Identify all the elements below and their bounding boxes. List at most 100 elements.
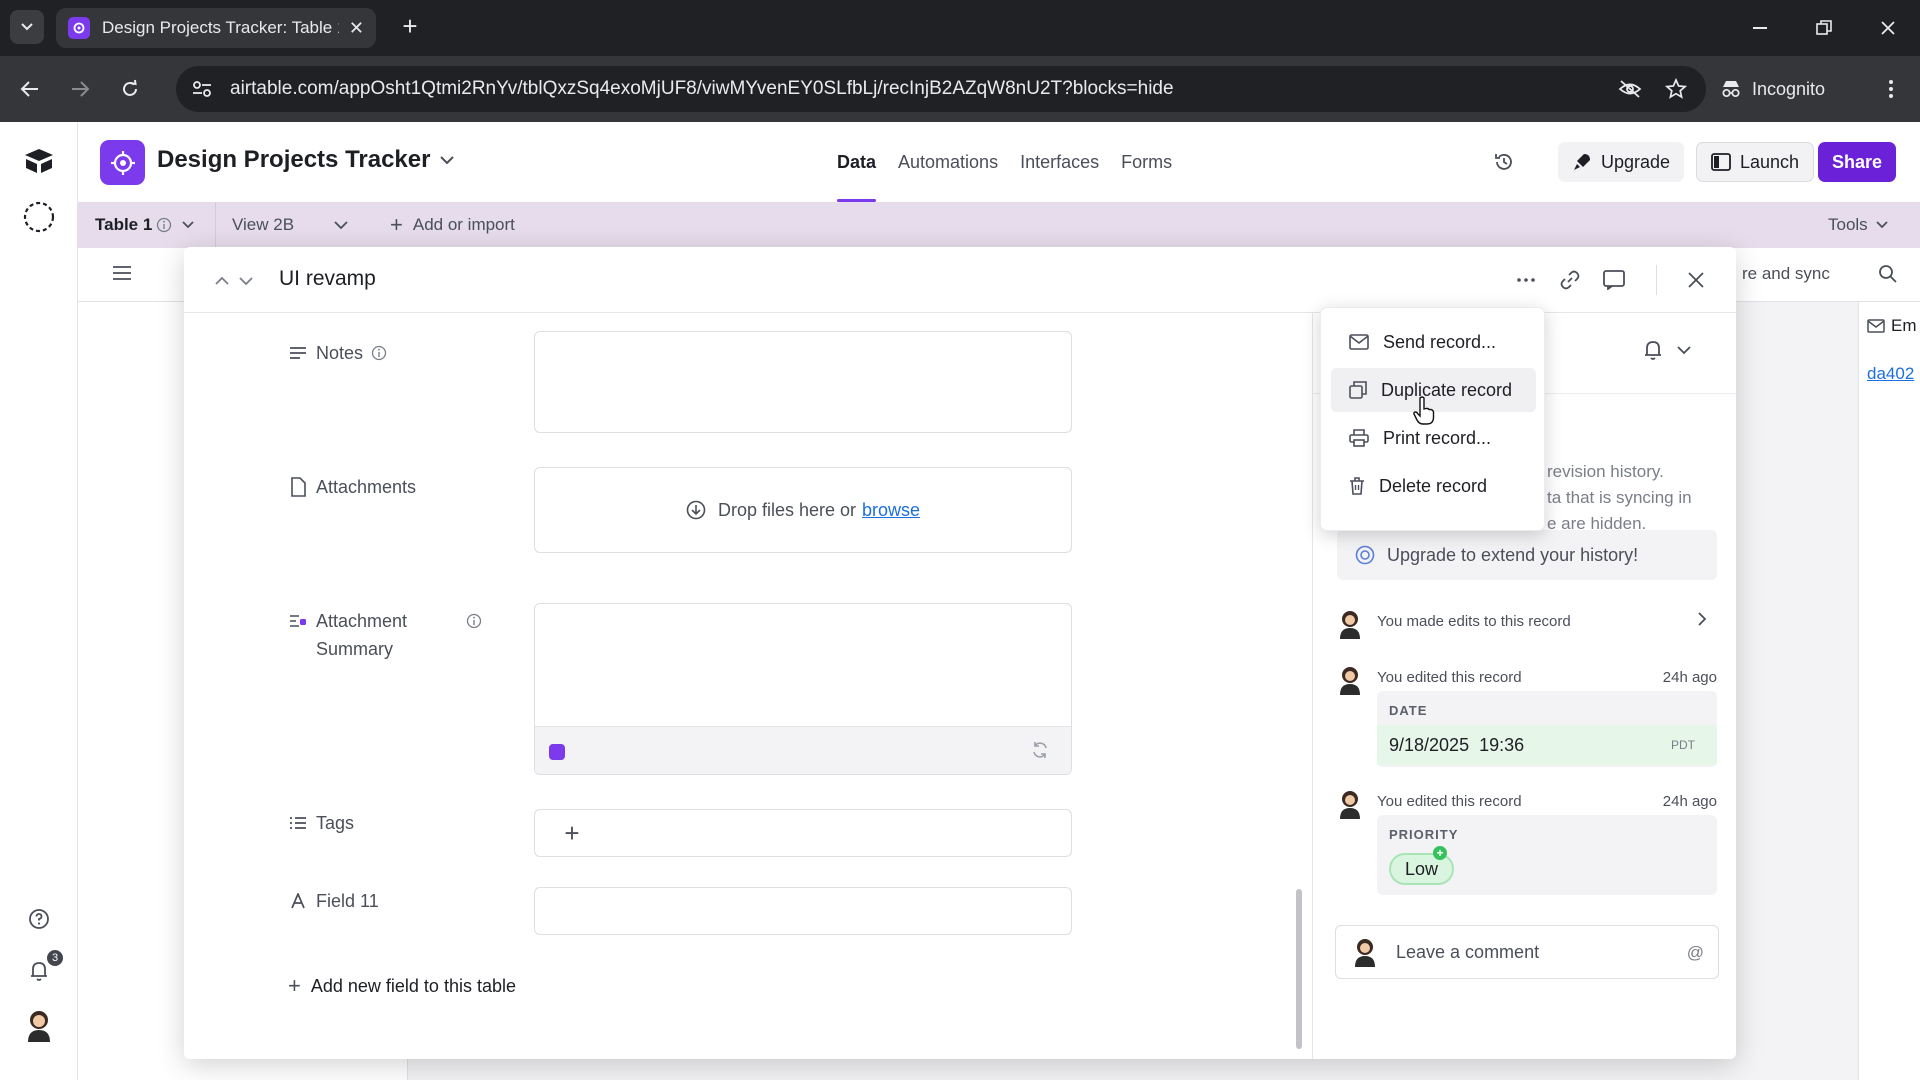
mail-icon <box>1867 319 1885 333</box>
tags-label: Tags <box>288 809 354 837</box>
incognito-indicator[interactable]: Incognito <box>1720 66 1825 112</box>
more-options-icon[interactable] <box>1510 264 1542 296</box>
help-icon[interactable] <box>20 900 58 938</box>
email-column-header[interactable]: Em <box>1867 316 1917 336</box>
share-button[interactable]: Share <box>1818 142 1897 182</box>
record-notifications[interactable] <box>1643 339 1691 361</box>
ai-sparkle-icon[interactable] <box>549 744 565 760</box>
view-name: View 2B <box>232 215 295 234</box>
left-rail: 3 <box>0 122 78 1080</box>
forward-icon[interactable] <box>64 73 96 105</box>
close-tab-icon[interactable]: ✕ <box>349 18 364 39</box>
comment-composer[interactable]: @ <box>1335 925 1719 979</box>
notification-badge: 3 <box>47 950 63 966</box>
user-avatar <box>1340 791 1360 819</box>
notifications-bell-icon[interactable]: 3 <box>20 950 63 990</box>
comments-panel-icon[interactable] <box>1598 264 1630 296</box>
upgrade-history-banner[interactable]: Upgrade to extend your history! <box>1337 530 1717 580</box>
bookmark-star-icon[interactable] <box>1662 75 1690 103</box>
plus-icon: + <box>390 212 403 237</box>
top-nav-tabs: Data Automations Interfaces Forms <box>826 122 1183 202</box>
activity-entry: You edited this record 24h ago DATE 9/18… <box>1337 665 1717 775</box>
fields-scrollbar[interactable] <box>1296 889 1302 1049</box>
close-window-icon[interactable] <box>1874 14 1902 42</box>
new-tab-button[interactable]: + <box>396 12 424 40</box>
view-tab[interactable]: View 2B <box>232 202 294 248</box>
tab-automations[interactable]: Automations <box>887 122 1009 202</box>
history-icon[interactable] <box>1488 146 1520 178</box>
hamburger-icon[interactable] <box>112 265 132 281</box>
changed-field-name: DATE <box>1389 703 1428 718</box>
hand-pointer-cursor-icon <box>1412 396 1436 426</box>
chevron-down-icon[interactable] <box>238 267 254 295</box>
mention-at-icon[interactable]: @ <box>1687 943 1704 963</box>
info-icon <box>157 217 172 233</box>
comment-input[interactable] <box>1396 941 1656 963</box>
add-tag-plus-icon[interactable]: + <box>557 818 587 848</box>
add-or-import-button[interactable]: + Add or import <box>390 202 515 248</box>
field11-label: Field 11 <box>288 887 379 915</box>
address-bar[interactable]: airtable.com/appOsht1Qtmi2RnYv/tblQxzSq4… <box>176 66 1706 112</box>
added-plus-icon: + <box>1433 846 1447 860</box>
browser-tab-strip: Design Projects Tracker: Table 1 ✕ + <box>0 0 1920 56</box>
tab-automations-label: Automations <box>898 151 999 172</box>
eye-off-icon[interactable] <box>1616 75 1644 103</box>
notes-field[interactable] <box>534 331 1072 433</box>
browser-tab-active[interactable]: Design Projects Tracker: Table 1 ✕ <box>56 8 376 48</box>
tags-field[interactable]: + <box>534 809 1072 857</box>
chevron-up-icon[interactable] <box>214 267 230 295</box>
attachments-label: Attachments <box>288 473 416 501</box>
send-record-label: Send record... <box>1383 331 1497 352</box>
tab-data[interactable]: Data <box>826 122 887 202</box>
more-tables-chevron-icon[interactable] <box>334 202 348 248</box>
omni-icon[interactable] <box>20 198 58 236</box>
email-cell-link[interactable]: da402 <box>1867 364 1914 384</box>
upgrade-button[interactable]: Upgrade <box>1558 142 1685 182</box>
upgrade-history-text: Upgrade to extend your history! <box>1387 544 1639 565</box>
activity-entry[interactable]: You made edits to this record <box>1337 609 1717 643</box>
record-title[interactable]: UI revamp <box>279 267 376 291</box>
launch-icon <box>1711 153 1731 171</box>
share-and-sync-button[interactable]: re and sync <box>1742 264 1830 284</box>
activity-entry: You edited this record 24h ago PRIORITY … <box>1337 789 1717 907</box>
attachment-summary-label: Attachment Summary <box>288 607 482 663</box>
back-icon[interactable] <box>14 73 46 105</box>
send-record-menu-item[interactable]: Send record... <box>1331 320 1536 364</box>
launch-button[interactable]: Launch <box>1696 142 1815 182</box>
rocket-icon <box>1574 154 1590 170</box>
file-icon <box>288 473 308 501</box>
airtable-logo-icon[interactable] <box>20 142 58 180</box>
tab-interfaces[interactable]: Interfaces <box>1009 122 1110 202</box>
browse-link[interactable]: browse <box>862 500 920 521</box>
base-name-button[interactable]: Design Projects Tracker <box>157 146 455 174</box>
tab-title: Design Projects Tracker: Table 1 <box>102 18 339 37</box>
search-icon[interactable] <box>1878 264 1898 284</box>
attachment-summary-line2: Summary <box>316 639 394 659</box>
tools-button[interactable]: Tools <box>1828 202 1888 248</box>
attachment-summary-field[interactable] <box>534 603 1072 775</box>
tab-forms[interactable]: Forms <box>1110 122 1183 202</box>
date-change-card: DATE 9/18/2025 19:36 PDT <box>1377 691 1717 767</box>
minimize-icon[interactable] <box>1746 14 1774 42</box>
field11-input[interactable] <box>534 887 1072 935</box>
tab-data-label: Data <box>837 151 877 172</box>
plus-icon: + <box>288 973 301 998</box>
close-icon[interactable] <box>1680 264 1712 296</box>
user-avatar[interactable] <box>20 1006 58 1044</box>
reload-icon[interactable] <box>114 73 146 105</box>
browser-menu-icon[interactable] <box>1876 74 1906 104</box>
table-tab[interactable]: Table 1 <box>95 202 194 248</box>
field11-label-text: Field 11 <box>316 891 379 911</box>
add-new-field-button[interactable]: + Add new field to this table <box>288 973 516 999</box>
base-icon[interactable] <box>100 140 145 185</box>
restore-icon[interactable] <box>1810 14 1838 42</box>
attachment-summary-line1: Attachment <box>316 611 408 631</box>
incognito-label: Incognito <box>1752 78 1826 99</box>
attachments-dropzone[interactable]: Drop files here or browse <box>534 467 1072 553</box>
tab-search-button[interactable] <box>10 10 44 44</box>
changed-field-name: PRIORITY <box>1389 827 1459 842</box>
delete-record-menu-item[interactable]: Delete record <box>1331 464 1536 508</box>
refresh-icon[interactable] <box>1031 741 1049 759</box>
activity-text: You made edits to this record <box>1377 613 1571 630</box>
copy-link-icon[interactable] <box>1554 264 1586 296</box>
